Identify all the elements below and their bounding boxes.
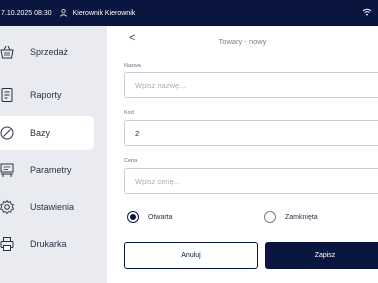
printer-icon (0, 235, 16, 253)
report-icon (0, 86, 16, 104)
form-panel: < Towary - nowy Nazwa Wpisz nazwę... Kod… (107, 26, 378, 283)
basket-icon (0, 43, 16, 61)
sidebar-item-parametry[interactable]: Parametry (0, 153, 94, 187)
radio-closed-circle[interactable] (264, 211, 276, 223)
sidebar-item-ustawienia[interactable]: Ustawienia (0, 190, 94, 224)
sidebar-item-drukarka[interactable]: Drukarka (0, 227, 94, 261)
parameters-icon (0, 161, 16, 179)
sidebar: Sprzedaż Raporty Bazy Parametry Ustawien… (0, 26, 107, 283)
radio-open-label: Otwarta (148, 213, 173, 221)
sidebar-item-label: Bazy (30, 128, 51, 138)
sidebar-item-raporty[interactable]: Raporty (0, 78, 94, 112)
sidebar-item-label: Ustawienia (30, 202, 75, 212)
radio-closed[interactable]: Zamknięta (264, 211, 318, 223)
radio-closed-label: Zamknięta (285, 213, 318, 221)
sidebar-item-label: Parametry (30, 165, 72, 175)
sidebar-item-bazy[interactable]: Bazy (0, 116, 94, 150)
sidebar-item-label: Drukarka (30, 239, 67, 249)
price-input[interactable]: Wpisz cenę... (124, 168, 378, 194)
price-label: Cena (124, 158, 138, 164)
code-label: Kod (124, 110, 134, 116)
sidebar-item-label: Sprzedaż (30, 47, 69, 57)
gear-icon (0, 198, 16, 216)
user-name: Kierownik Kierownik (72, 9, 136, 17)
code-input[interactable]: 2 (124, 120, 378, 146)
radio-open[interactable]: Otwarta (127, 211, 173, 223)
database-icon (0, 124, 16, 142)
radio-open-circle[interactable] (127, 211, 139, 223)
wifi-icon (362, 8, 372, 16)
status-bar: 7.10.2025 08:30 Kierownik Kierownik (0, 0, 378, 26)
save-button[interactable]: Zapisz (265, 242, 378, 269)
user-info: Kierownik Kierownik (59, 9, 136, 17)
radio-selected-dot (130, 214, 136, 220)
header: < Towary - nowy (107, 26, 378, 54)
page-title: Towary - nowy (218, 37, 267, 46)
user-icon (59, 9, 67, 17)
name-label: Nazwa (124, 63, 141, 69)
datetime: 7.10.2025 08:30 (1, 9, 52, 17)
sidebar-item-label: Raporty (30, 90, 62, 100)
sidebar-item-sprzedaz[interactable]: Sprzedaż (0, 35, 94, 69)
cancel-button[interactable]: Anuluj (124, 242, 258, 269)
name-input[interactable]: Wpisz nazwę... (124, 72, 378, 98)
